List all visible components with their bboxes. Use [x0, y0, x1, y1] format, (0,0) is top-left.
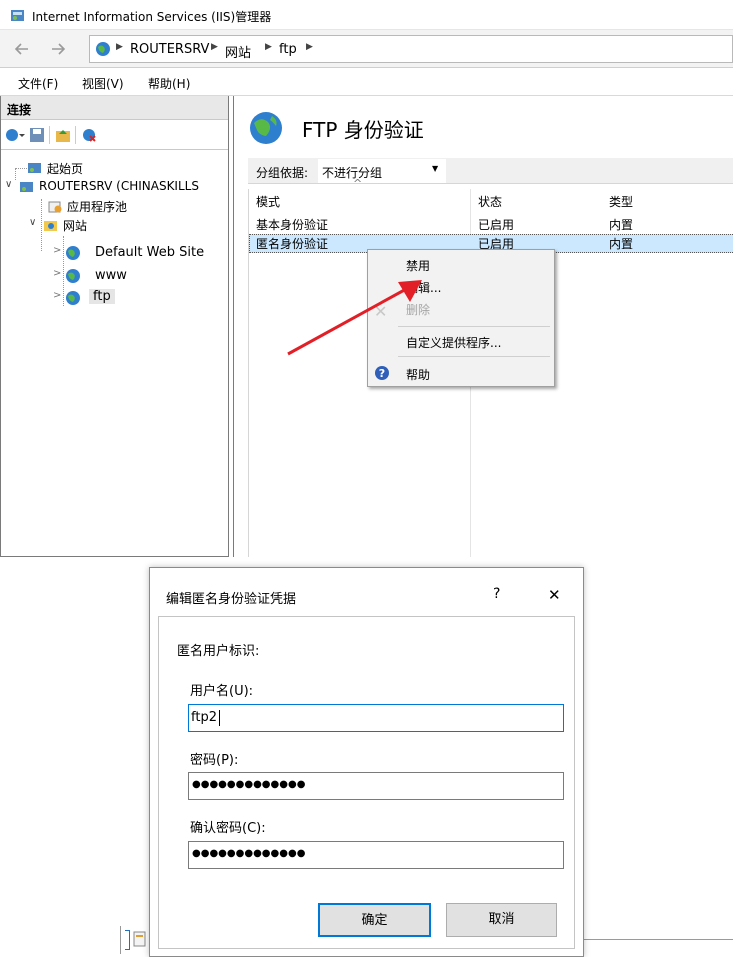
dropdown-arrow-icon: ▼ — [432, 164, 439, 173]
address-box[interactable]: ▶ ROUTERSRV ▶ 网站 ▶ ftp ▶ — [89, 35, 733, 63]
tree-line — [41, 199, 42, 251]
page-icon — [133, 931, 146, 947]
save-icon[interactable] — [29, 127, 45, 143]
svg-text:?: ? — [379, 367, 385, 380]
username-label: 用户名(U): — [190, 684, 254, 699]
chevron-right-icon[interactable]: > — [53, 245, 61, 256]
cancel-button[interactable]: 取消 — [446, 903, 557, 937]
cell-type: 内置 — [609, 218, 634, 232]
toolbar-divider — [49, 126, 50, 144]
group-by-value: 不进行分组 — [322, 166, 383, 180]
background-window-fragment — [120, 926, 150, 954]
connections-title: 连接 — [7, 103, 32, 117]
tree-label: www — [95, 268, 127, 283]
crumb-server[interactable]: ROUTERSRV — [130, 42, 209, 57]
cell-mode: 基本身份验证 — [256, 218, 329, 232]
folder-up-icon[interactable] — [55, 127, 71, 143]
dialog-title: 编辑匿名身份验证凭据 — [166, 592, 297, 607]
menu-help[interactable]: 帮助(H) — [148, 75, 190, 92]
bracket-mark — [125, 930, 130, 950]
help-icon: ? — [375, 366, 389, 380]
globe-icon — [66, 246, 80, 260]
confirm-password-label: 确认密码(C): — [190, 821, 266, 836]
column-header-type[interactable]: 类型 — [609, 193, 633, 210]
globe-icon — [66, 269, 80, 283]
edit-credentials-dialog: 编辑匿名身份验证凭据 ? ✕ 匿名用户标识: 用户名(U): ftp2 密码(P… — [149, 567, 584, 957]
annotation-arrow — [287, 280, 422, 356]
crumb-ftp[interactable]: ftp — [279, 42, 297, 57]
back-button[interactable] — [8, 37, 38, 61]
feature-title: FTP 身份验证 — [302, 118, 424, 142]
close-button[interactable]: ✕ — [548, 586, 561, 604]
connect-icon[interactable] — [5, 127, 25, 143]
connections-pane: 连接 起始页 ∨ ROUTERSRV (CHINASKILLS 应用程序池 ∨ … — [0, 96, 229, 557]
cell-type: 内置 — [609, 237, 634, 251]
group-by-label: 分组依据: — [256, 166, 309, 180]
tree-item-server[interactable]: ∨ ROUTERSRV (CHINASKILLS — [5, 179, 227, 197]
start-page-icon — [28, 163, 41, 173]
tree-label: 起始页 — [47, 162, 84, 176]
toolbar-divider — [75, 126, 76, 144]
disconnect-icon[interactable] — [81, 127, 97, 143]
chevron-right-icon[interactable]: > — [53, 290, 61, 301]
tree-label: Default Web Site — [95, 245, 205, 260]
address-bar: ▶ ROUTERSRV ▶ 网站 ▶ ftp ▶ — [0, 30, 733, 68]
menu-bar: 文件(F) 视图(V) 帮助(H) — [0, 68, 733, 96]
arrow-shaft — [287, 286, 409, 356]
iis-app-icon — [11, 10, 24, 21]
password-field[interactable]: ●●●●●●●●●●●●● — [188, 772, 564, 800]
tree-line — [63, 236, 64, 306]
cell-mode: 匿名身份验证 — [256, 237, 329, 251]
server-icon — [20, 182, 33, 192]
chevron-right-icon: ▶ — [211, 42, 218, 52]
title-bar: Internet Information Services (IIS)管理器 — [0, 0, 733, 30]
confirm-password-field[interactable]: ●●●●●●●●●●●●● — [188, 841, 564, 869]
crumb-sites[interactable]: 网站 — [225, 42, 251, 61]
chevron-right-icon[interactable]: > — [53, 268, 61, 279]
table-row[interactable]: 基本身份验证 已启用 内置 — [249, 215, 733, 234]
chevron-right-icon: ▶ — [116, 42, 123, 52]
password-label: 密码(P): — [190, 753, 239, 768]
section-label: 匿名用户标识: — [177, 644, 260, 659]
confirm-password-value: ●●●●●●●●●●●●● — [192, 848, 306, 859]
menu-view[interactable]: 视图(V) — [82, 75, 124, 92]
sites-folder-icon — [44, 221, 57, 231]
app-pool-icon — [48, 201, 62, 213]
globe-icon — [66, 291, 80, 305]
forward-arrow-icon — [52, 43, 66, 55]
globe-icon — [250, 112, 282, 144]
column-header-status[interactable]: 状态 — [478, 193, 502, 210]
password-value: ●●●●●●●●●●●●● — [192, 779, 306, 790]
cell-status: 已启用 — [478, 218, 515, 232]
menu-item-help[interactable]: 帮助 — [406, 366, 430, 383]
column-header-mode[interactable]: 模式 — [256, 193, 280, 210]
help-button[interactable]: ? — [493, 586, 500, 602]
sort-asc-icon: ^ — [353, 177, 363, 190]
chevron-down-icon[interactable]: ∨ — [29, 217, 36, 228]
chevron-right-icon: ▶ — [265, 42, 272, 52]
ok-button[interactable]: 确定 — [318, 903, 431, 937]
username-value: ftp2 — [191, 710, 217, 725]
connections-header: 连接 — [1, 96, 228, 120]
chevron-right-icon: ▶ — [306, 42, 313, 52]
chevron-down-icon[interactable]: ∨ — [5, 179, 12, 190]
back-arrow-icon — [14, 43, 28, 55]
background-line — [584, 939, 733, 940]
tree-label-selected: ftp — [89, 289, 115, 304]
group-by-bar: 分组依据: 不进行分组 ▼ — [248, 158, 733, 184]
forward-button[interactable] — [44, 37, 74, 61]
globe-icon — [96, 42, 110, 56]
menu-file[interactable]: 文件(F) — [18, 75, 58, 92]
tree-label: 网站 — [63, 219, 88, 233]
text-caret — [219, 710, 220, 726]
tree-label: ROUTERSRV (CHINASKILLS — [39, 179, 199, 193]
tree-label: 应用程序池 — [67, 200, 128, 214]
tree-line — [15, 168, 27, 169]
username-field[interactable]: ftp2 — [188, 704, 564, 732]
group-by-select[interactable]: 不进行分组 ▼ — [318, 159, 446, 183]
window-title: Internet Information Services (IIS)管理器 — [32, 10, 272, 24]
connections-toolbar — [1, 120, 228, 150]
